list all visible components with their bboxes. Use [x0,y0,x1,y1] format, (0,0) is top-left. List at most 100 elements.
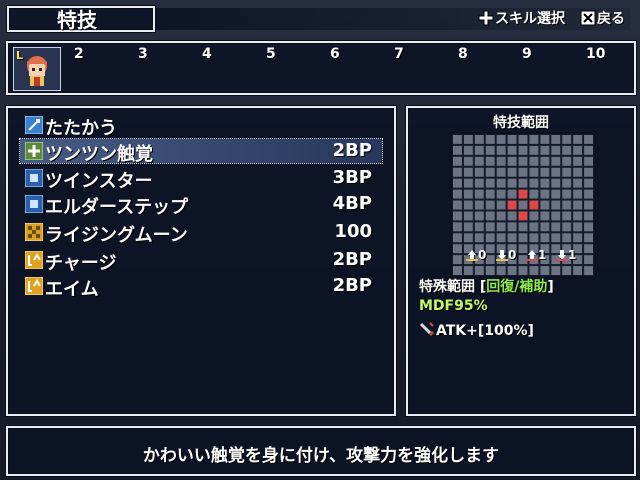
range-cell [573,266,583,275]
range-cell [573,135,583,144]
range-cell [518,145,528,155]
buff-icon [24,276,44,296]
range-cell [474,211,484,221]
range-cell [485,222,495,232]
range-cell [562,178,572,188]
range-cell [474,178,484,188]
party-slot-2[interactable]: 2 [74,46,84,62]
range-cell [485,178,495,188]
range-cell [573,233,583,243]
range-cell [529,233,539,243]
range-cell [474,200,484,210]
party-slot-3[interactable]: 3 [138,46,148,62]
range-cell-active [507,200,517,210]
range-cell [562,135,572,144]
range-cell [453,135,462,144]
party-slot-5[interactable]: 5 [266,46,276,62]
range-cell [474,135,484,144]
leader-badge: L [16,49,24,62]
skill-name: たたかう [45,118,117,139]
range-cell [551,135,561,144]
range-cell [529,189,539,199]
range-cell [507,222,517,232]
range-cell [463,145,473,155]
range-cell [518,156,528,166]
skill-name: ライジングムーン [45,225,188,246]
party-slot-10[interactable]: 10 [586,46,605,62]
skill-item-attack[interactable]: たたかう [20,113,382,139]
range-cell [507,189,517,199]
range-cell-active [518,211,528,221]
range-cell [507,233,517,243]
skill-item[interactable]: エイム 2BP [20,274,382,300]
special-range-value: 回復/補助 [486,279,548,295]
party-slot-6[interactable]: 6 [330,46,340,62]
down-arrow-icon [496,249,508,261]
range-cell [540,200,550,210]
skill-item[interactable]: チャージ 2BP [20,248,382,274]
range-cell [551,156,561,166]
range-cell [496,200,506,210]
range-cell [453,222,462,232]
range-cell [573,211,583,221]
range-cell [463,135,473,144]
skill-item[interactable]: エルダーステップ 4BP [20,192,382,218]
range-cell [474,266,484,275]
range-cell [463,266,473,275]
range-cell [507,211,517,221]
range-cell [453,266,462,275]
range-cell [474,156,484,166]
skill-item[interactable]: ツインスター 3BP [20,166,382,192]
range-cell [551,211,561,221]
skill-item[interactable]: ライジングムーン 100 [20,220,382,246]
range-cell [573,222,583,232]
plus-icon [24,141,44,161]
range-cell [485,156,495,166]
party-slot-1[interactable]: L [13,47,61,91]
up-arrow-icon [526,249,538,261]
mdf-value: MDF95% [419,298,488,314]
skill-cost: 4BP [332,193,372,214]
party-bar: L 2 3 4 5 6 7 8 9 10 [6,41,636,95]
party-slot-9[interactable]: 9 [522,46,532,62]
range-cell [485,233,495,243]
range-cell [496,266,506,275]
range-cell [463,233,473,243]
back-hint[interactable]: 戻る [580,8,625,28]
range-cell [551,222,561,232]
range-cell [453,145,462,155]
skill-item-selected[interactable]: ツンツン触覚 2BP [19,138,383,165]
range-cell [474,233,484,243]
square-icon [24,168,44,188]
range-cell [584,156,593,166]
range-cell [584,233,593,243]
range-cell [573,167,583,177]
down-arrow-icon [556,249,568,261]
range-cell [507,167,517,177]
up-arrow-icon [466,249,478,261]
range-cell [485,135,495,144]
range-cell [540,266,550,275]
range-cell [562,156,572,166]
range-cell [496,145,506,155]
x-button-icon [580,10,596,26]
range-cell [496,167,506,177]
range-cell [463,200,473,210]
range-cell [573,189,583,199]
range-cell [540,233,550,243]
range-cell [540,189,550,199]
range-cell [551,167,561,177]
party-slot-7[interactable]: 7 [394,46,404,62]
skill-cost: 2BP [332,249,372,270]
range-cell [551,145,561,155]
skill-name: ツンツン触覚 [45,144,153,165]
range-cell [507,135,517,144]
party-slot-8[interactable]: 8 [458,46,468,62]
dpad-icon [478,10,494,26]
range-cell [496,211,506,221]
range-cell [518,167,528,177]
range-cell [496,178,506,188]
party-slot-4[interactable]: 4 [202,46,212,62]
range-count-down-red: 1 [556,248,576,262]
effect-line: ATK+[100%] [419,322,534,339]
